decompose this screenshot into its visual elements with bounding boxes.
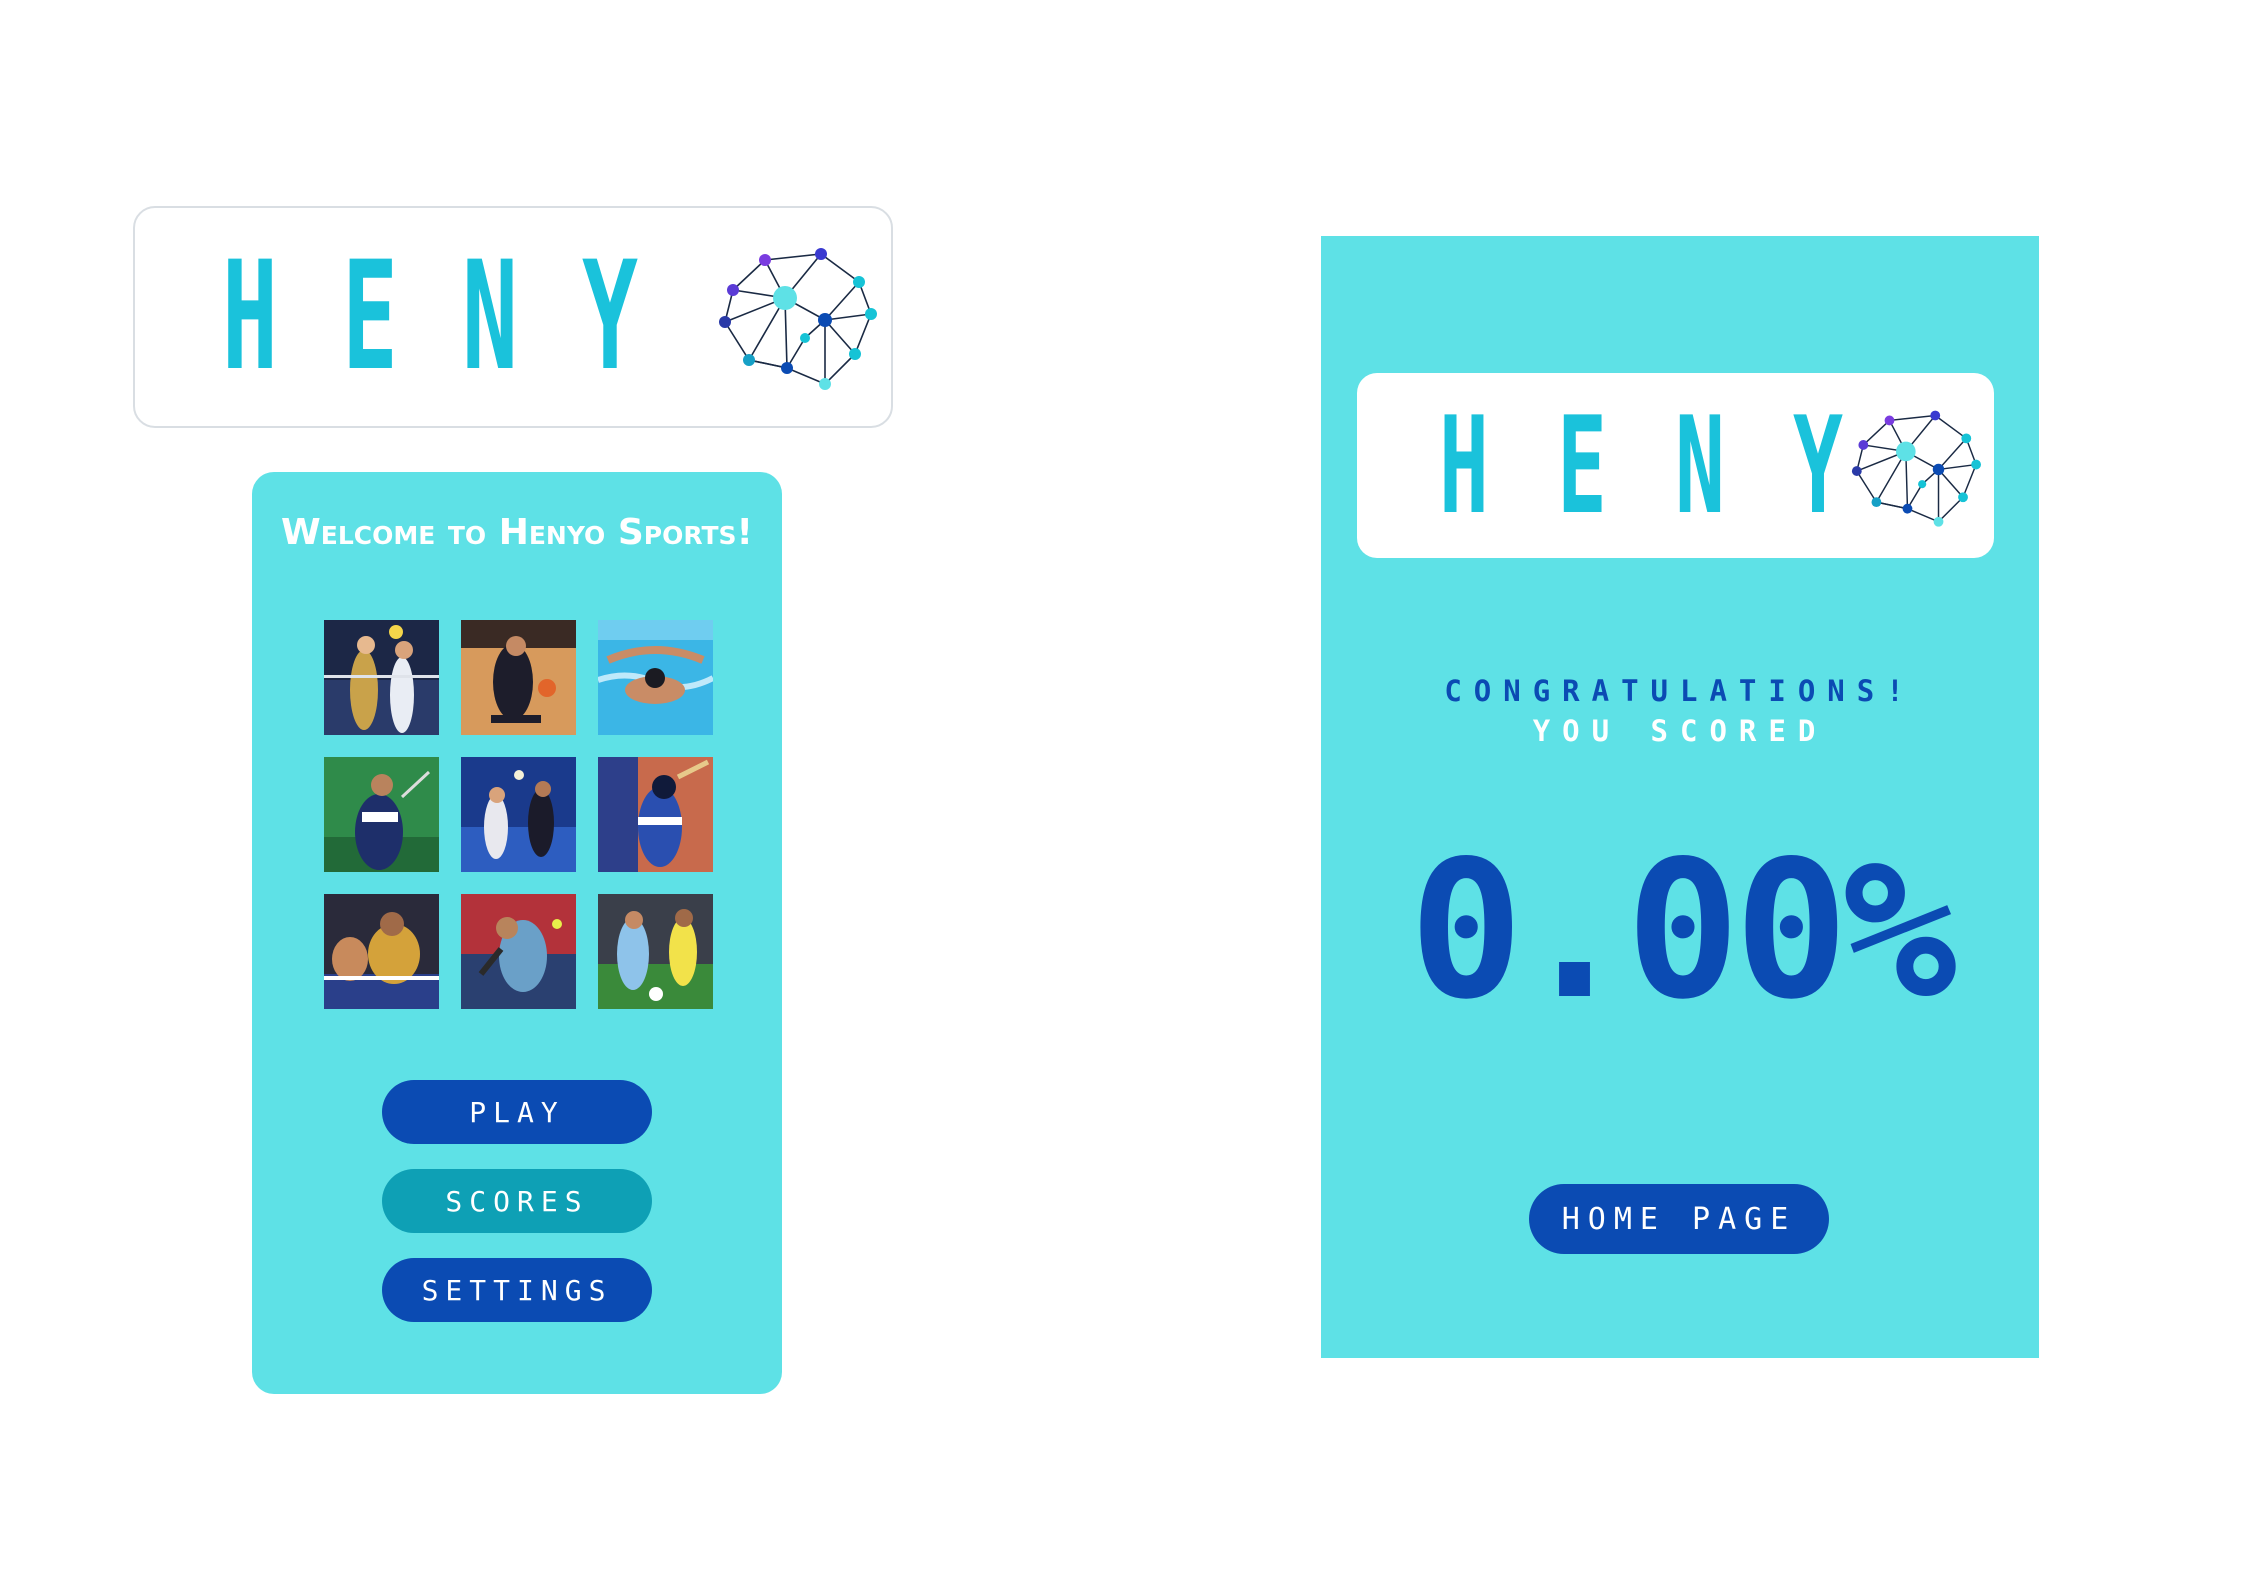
swimming-photo[interactable] [598, 620, 713, 735]
score-value: 0.00% [1409, 820, 1957, 1041]
result-content: CONGRATULATIONS! YOU SCORED 0.00% HOME P… [1321, 236, 2039, 1358]
logo-letter-n: N [462, 230, 518, 404]
play-button[interactable]: PLAY [382, 1080, 652, 1144]
you-scored-text: YOU SCORED [1532, 714, 1828, 748]
henyo-logo-left: HENY [133, 206, 893, 428]
brain-network-icon [719, 248, 877, 390]
congratulations-text: CONGRATULATIONS! [1444, 674, 1916, 708]
sport-image-grid [324, 620, 714, 1009]
logo-letter-h: H [222, 230, 278, 404]
scores-button[interactable]: SCORES [382, 1169, 652, 1233]
logo-letter-y: Y [582, 230, 638, 404]
soccer-photo[interactable] [598, 894, 713, 1009]
baseball-photo[interactable] [598, 757, 713, 872]
badminton-photo[interactable] [324, 757, 439, 872]
home-page-button[interactable]: HOME PAGE [1529, 1184, 1829, 1254]
welcome-title: Welcome to Henyo Sports! [281, 512, 753, 553]
volleyball-photo[interactable] [324, 620, 439, 735]
indoor-volleyball-photo[interactable] [461, 757, 576, 872]
logo-wordmark: HENY [190, 230, 670, 404]
table-tennis-photo[interactable] [324, 894, 439, 1009]
tennis-photo[interactable] [461, 894, 576, 1009]
settings-button[interactable]: SETTINGS [382, 1258, 652, 1322]
logo-letter-e: E [342, 230, 398, 404]
home-screen: Welcome to Henyo Sports! PLAY SCORES SET… [252, 472, 782, 1394]
basketball-photo[interactable] [461, 620, 576, 735]
